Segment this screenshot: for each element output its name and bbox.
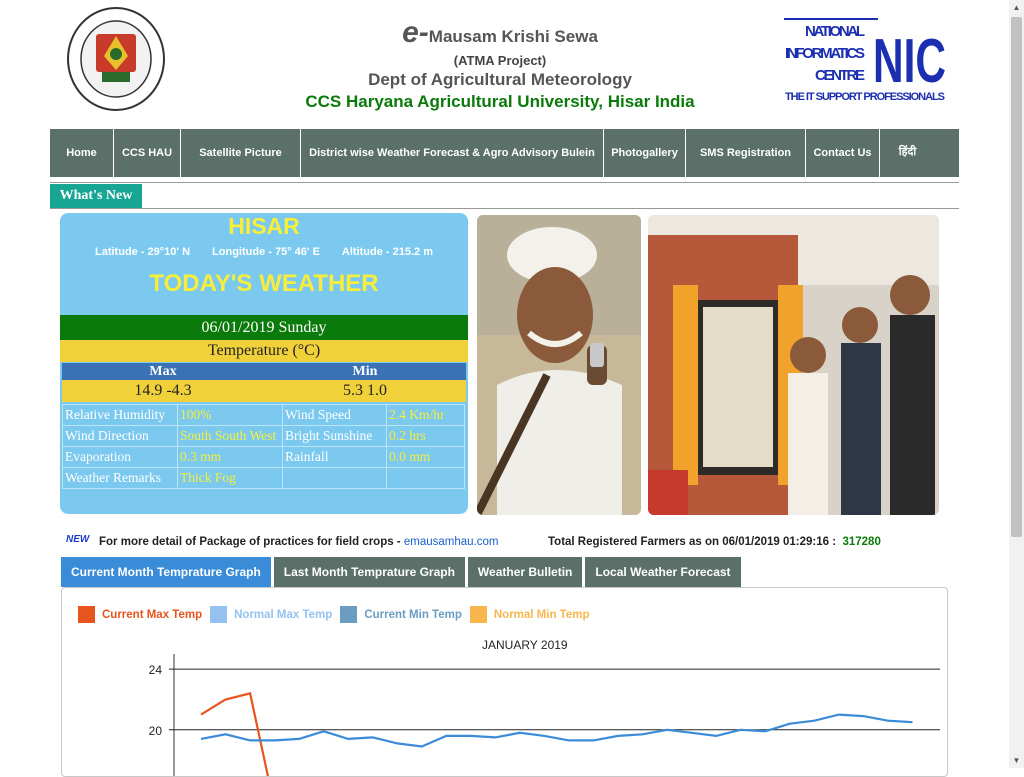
table-row: Relative Humidity 100% Wind Speed 2.4 Km… — [62, 404, 465, 426]
registered-farmers: Total Registered Farmers as on 06/01/201… — [548, 536, 881, 548]
table-row: Evaporation 0.3 mm Rainfall 0.0 mm — [62, 446, 465, 468]
nic-logo[interactable]: NATIONAL INFORMATICS CENTRE NIC THE IT S… — [783, 14, 948, 104]
legend-label: Current Min Temp — [364, 608, 462, 621]
evaporation-value: 0.3 mm — [177, 446, 283, 468]
tab-last-month-graph[interactable]: Last Month Temprature Graph — [273, 557, 465, 587]
wind-speed-value: 2.4 Km/hr — [386, 404, 465, 426]
nav-satellite-picture[interactable]: Satellite Picture — [181, 129, 301, 177]
temperature-title: Temperature (°C) — [60, 340, 468, 362]
max-value: 14.9 -4.3 — [134, 382, 192, 399]
wind-direction-label: Wind Direction — [62, 425, 178, 447]
legend-item[interactable]: Normal Max Temp — [210, 606, 332, 623]
legend-item[interactable]: Normal Min Temp — [469, 606, 590, 623]
svg-text:THE IT SUPPORT PROFESSIONALS: THE IT SUPPORT PROFESSIONALS — [785, 91, 945, 103]
tab-weather-bulletin[interactable]: Weather Bulletin — [467, 557, 583, 587]
nav-sms-registration[interactable]: SMS Registration — [686, 129, 806, 177]
weather-date: 06/01/2019 Sunday — [60, 315, 468, 340]
nav-home[interactable]: Home — [50, 129, 114, 177]
bright-sunshine-value: 0.2 hrs — [386, 425, 465, 447]
nav-photogallery[interactable]: Photogallery — [604, 129, 686, 177]
university-name: CCS Haryana Agricultural University, His… — [305, 92, 695, 111]
rainfall-label: Rainfall — [282, 446, 387, 468]
nav-ccs-hau[interactable]: CCS HAU — [114, 129, 181, 177]
legend-label: Normal Min Temp — [493, 608, 590, 621]
temperature-chart-panel: 162024 Current Max TempNormal Max TempCu… — [61, 587, 948, 777]
whats-new-bar: What's New — [50, 182, 959, 209]
relative-humidity-label: Relative Humidity — [62, 404, 178, 426]
info-bar: NEW For more detail of Package of practi… — [66, 534, 966, 552]
legend-item[interactable]: Current Min Temp — [340, 606, 462, 623]
longitude: Longitude - 75° 46' E — [212, 246, 320, 258]
scrollbar-thumb[interactable] — [1011, 17, 1022, 537]
bright-sunshine-label: Bright Sunshine — [282, 425, 387, 447]
scroll-up-icon[interactable]: ▲ — [1009, 0, 1024, 15]
relative-humidity-value: 100% — [177, 404, 283, 426]
nav-contact-us[interactable]: Contact Us — [806, 129, 880, 177]
legend-label: Normal Max Temp — [234, 608, 333, 621]
weather-remarks-value: Thick Fog — [177, 467, 283, 489]
ceremony-photo — [648, 215, 939, 515]
svg-text:NATIONAL: NATIONAL — [805, 23, 865, 40]
site-brand: e-Mausam Krishi Sewa (ATMA Project) Dept… — [250, 16, 750, 112]
todays-weather-heading: TODAY'S WEATHER — [149, 270, 379, 297]
legend-label: Current Max Temp — [102, 608, 203, 621]
hau-logo[interactable] — [66, 6, 166, 112]
svg-text:CENTRE: CENTRE — [815, 67, 865, 84]
svg-text:NIC: NIC — [873, 27, 946, 96]
nav-hindi[interactable]: हिंदी — [880, 129, 935, 177]
practices-notice: For more detail of Package of practices … — [99, 536, 499, 548]
project-label: (ATMA Project) — [453, 53, 547, 68]
weather-remarks-label: Weather Remarks — [62, 467, 178, 489]
tab-current-month-graph[interactable]: Current Month Temprature Graph — [61, 557, 271, 587]
chart-legend: Current Max Temp Normal Max Temp Current M… — [78, 606, 590, 623]
min-value: 5.3 1.0 — [343, 382, 387, 399]
max-min-values: 14.9 -4.3 5.3 1.0 — [62, 380, 466, 402]
farmer-photo — [477, 215, 641, 515]
series-line[interactable] — [200, 692, 275, 777]
min-label: Min — [352, 364, 378, 379]
weather-card: HISAR Latitude - 29°10' N Longitude - 75… — [60, 213, 468, 514]
legend-swatch — [78, 606, 95, 623]
y-tick-label: 24 — [149, 663, 163, 677]
legend-swatch — [469, 606, 487, 623]
altitude: Altitude - 215.2 m — [341, 246, 433, 258]
department-name: Dept of Agricultural Meteorology — [368, 70, 632, 89]
vertical-scrollbar[interactable]: ▲ ▼ — [1009, 0, 1024, 768]
city-name: HISAR — [228, 213, 300, 239]
series-line[interactable] — [200, 713, 913, 748]
site-title: e-Mausam Krishi Sewa — [402, 16, 598, 49]
station-coordinates: Latitude - 29°10' N Longitude - 75° 46' … — [60, 246, 468, 258]
new-badge-icon: NEW — [66, 534, 90, 545]
empty-cell — [282, 467, 387, 489]
farmers-count: 317280 — [842, 536, 881, 548]
weather-details-table: Relative Humidity 100% Wind Speed 2.4 Km… — [62, 404, 465, 489]
tab-local-weather-forecast[interactable]: Local Weather Forecast — [585, 557, 741, 587]
graph-tabs: Current Month Temprature Graph Last Mont… — [61, 557, 741, 587]
legend-swatch — [340, 606, 358, 623]
legend-item[interactable]: Current Max Temp — [78, 606, 202, 623]
whats-new-label: What's New — [50, 184, 142, 208]
evaporation-label: Evaporation — [62, 446, 178, 468]
latitude: Latitude - 29°10' N — [95, 246, 191, 258]
rainfall-value: 0.0 mm — [386, 446, 465, 468]
main-nav: Home CCS HAU Satellite Picture District … — [50, 129, 959, 177]
max-min-header: Max Min — [62, 363, 466, 380]
table-row: Wind Direction South South West Bright S… — [62, 425, 465, 447]
chart-title: JANUARY 2019 — [482, 638, 568, 652]
scroll-down-icon[interactable]: ▼ — [1009, 753, 1024, 768]
max-label: Max — [149, 364, 177, 379]
wind-direction-value: South South West — [177, 425, 283, 447]
svg-text:INFORMATICS: INFORMATICS — [785, 45, 865, 62]
y-tick-label: 20 — [149, 724, 163, 738]
empty-cell — [386, 467, 465, 489]
legend-swatch — [210, 606, 228, 623]
nav-district-forecast[interactable]: District wise Weather Forecast & Agro Ad… — [301, 129, 604, 177]
table-row: Weather Remarks Thick Fog — [62, 467, 465, 489]
wind-speed-label: Wind Speed — [282, 404, 387, 426]
emausamhau-link[interactable]: emausamhau.com — [404, 536, 499, 548]
